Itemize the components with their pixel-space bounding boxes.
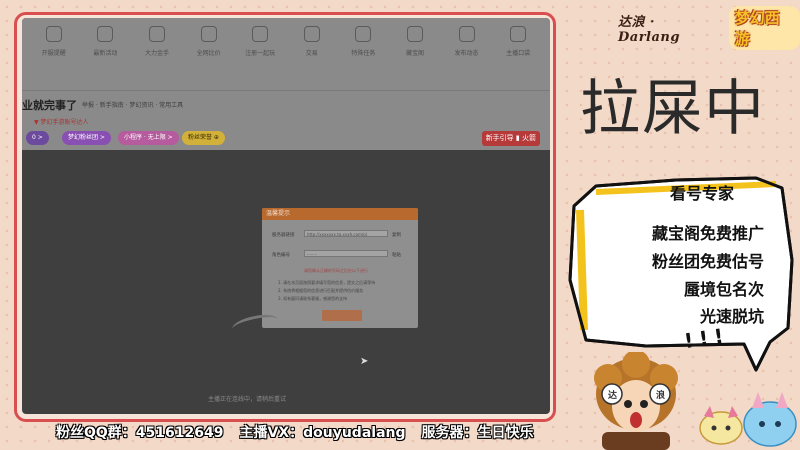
copy-button[interactable]: 复制 <box>392 232 401 238</box>
nav-label: 开服提醒 <box>41 50 66 57</box>
gauge-icon <box>355 26 372 42</box>
nav-label: 主播口袋 <box>506 50 531 57</box>
dialog-warning: 请您确认正确的号码之后在以下进行 <box>304 268 368 273</box>
streamer-wechat: 主播VX：douyudalang <box>239 425 406 441</box>
mascot-badge-left: 达 <box>608 391 618 401</box>
promo-line: 光速脱坑 <box>699 307 764 326</box>
dialog-label: 服务器链接 <box>272 233 295 238</box>
clipboard-icon <box>252 26 269 42</box>
streamer-name: 达浪 · Darlang <box>618 15 680 45</box>
page-meta[interactable]: 举报 · 新手指南 · 梦幻资讯 · 常用工具 <box>82 100 183 109</box>
role-id-field[interactable]: ········ <box>304 250 388 257</box>
coins-icon <box>406 26 423 42</box>
nav-item[interactable]: 特殊任务 <box>340 26 386 90</box>
promo-title: 看号专家 <box>670 184 735 203</box>
web-nav-bar: 开服提醒 最新活动 大力金手 全网比价 注册一起玩 交易 特殊任务 藏宝阁 发布… <box>22 18 550 90</box>
nav-label: 大力金手 <box>144 50 169 57</box>
promo-line: 藏宝阁免费推广 <box>651 224 764 243</box>
stream-status: 拉屎中 <box>580 74 766 144</box>
dialog-title: 温馨提示 <box>262 208 418 220</box>
pet-creature-icon <box>743 392 797 447</box>
dialog-note: 1. 请在本页面按照要求填写您的信息，提交之后请等待 <box>278 280 376 285</box>
folder-icon <box>510 26 527 42</box>
tag-mini-program[interactable]: 小程序 · 无上限 > <box>118 131 179 145</box>
pet-creature-icon <box>699 406 743 445</box>
edit-icon <box>458 26 475 42</box>
nav-item[interactable]: 注册一起玩 <box>237 26 283 90</box>
bottom-info-bar: 粉丝QQ群：451612649 主播VX：douyudalang 服务器：生日快… <box>56 422 534 442</box>
promo-line: 蜃境包名次 <box>683 280 764 299</box>
nav-label: 特殊任务 <box>351 50 376 57</box>
mouse-cursor-icon: ➤ <box>360 356 369 367</box>
nav-label: 最新活动 <box>93 50 118 57</box>
dialog: 温馨提示 服务器链接 http://xxxxxxx.tg.xyxh.com/pl… <box>262 208 418 328</box>
web-title-row: 业就完事了 举报 · 新手指南 · 梦幻资讯 · 常用工具 ▼ 梦幻手游账号达人… <box>22 90 550 150</box>
newbie-guide-button[interactable]: 新手引导 ▮ 火箭 <box>481 131 540 146</box>
nav-label: 发布动态 <box>454 50 479 57</box>
users-icon <box>303 26 320 42</box>
nav-label: 全网比价 <box>196 50 221 57</box>
dialog-label: 角色编号 <box>272 253 290 258</box>
tag-fan-group[interactable]: 梦幻粉丝团 > <box>62 131 111 145</box>
server-link-field[interactable]: http://xxxxxxx.tg.xyxh.com/pl <box>304 230 388 237</box>
brand: 达浪 · Darlang 梦幻西游 <box>618 6 800 50</box>
confirm-button[interactable] <box>322 310 362 321</box>
loading-arc <box>230 311 280 337</box>
screen-status: 主播正在连线中，请稍后重试 <box>208 396 287 403</box>
qq-group: 粉丝QQ群：451612649 <box>56 425 224 441</box>
promo-line: 粉丝团免费估号 <box>651 252 764 271</box>
tag-count[interactable]: 0 > <box>26 131 49 145</box>
page-title: 业就完事了 <box>22 99 77 112</box>
page-subtitle: ▼ 梦幻手游账号达人 <box>34 119 89 126</box>
mascot-badge-right: 浪 <box>656 391 666 401</box>
streamer-mascot <box>594 352 678 450</box>
nav-label: 交易 <box>305 50 318 57</box>
dialog-note: 2. 系统将根据您的信息进行匹配并提供估价服务 <box>278 288 364 293</box>
calendar-icon <box>97 26 114 42</box>
fire-icon <box>148 26 165 42</box>
nav-item[interactable]: 发布动态 <box>444 26 490 90</box>
dialog-note: 3. 如有疑问请联系客服，感谢您的支持 <box>278 296 348 301</box>
shield-icon <box>200 26 217 42</box>
alarm-clock-icon <box>45 26 62 42</box>
nav-item[interactable]: 最新活动 <box>82 26 128 90</box>
paste-button[interactable]: 粘贴 <box>392 252 401 258</box>
nav-item[interactable]: 交易 <box>289 26 335 90</box>
nav-item[interactable]: 开服提醒 <box>31 26 77 90</box>
nav-item[interactable]: 主播口袋 <box>495 26 541 90</box>
nav-item[interactable]: 藏宝阁 <box>392 26 438 90</box>
captured-screen: 开服提醒 最新活动 大力金手 全网比价 注册一起玩 交易 特殊任务 藏宝阁 发布… <box>22 18 550 414</box>
nav-item[interactable]: 全网比价 <box>186 26 232 90</box>
game-logo: 梦幻西游 <box>728 6 800 50</box>
nav-label: 藏宝阁 <box>405 50 424 57</box>
tag-fan-honor[interactable]: 粉丝荣誉 ⊕ <box>182 131 225 145</box>
nav-item[interactable]: 大力金手 <box>134 26 180 90</box>
server-name: 服务器：生日快乐 <box>421 425 534 441</box>
nav-label: 注册一起玩 <box>245 50 276 57</box>
